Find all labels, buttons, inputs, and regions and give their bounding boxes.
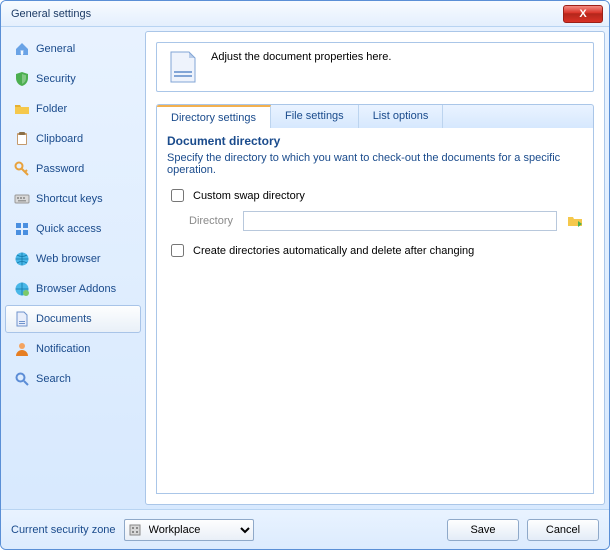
titlebar: General settings X: [1, 1, 609, 27]
directory-label: Directory: [189, 215, 233, 227]
sidebar-item-label: Search: [36, 373, 71, 385]
tab-label: Directory settings: [171, 112, 256, 124]
save-button[interactable]: Save: [447, 519, 519, 541]
tab-list-options[interactable]: List options: [359, 105, 444, 128]
shield-icon: [14, 71, 30, 87]
directory-row: Directory: [189, 211, 583, 231]
close-icon: X: [579, 8, 586, 20]
custom-swap-checkbox-row[interactable]: Custom swap directory: [167, 186, 583, 205]
sidebar-item-label: Security: [36, 73, 76, 85]
keyboard-icon: [14, 191, 30, 207]
create-dirs-checkbox[interactable]: [171, 244, 184, 257]
sidebar-item-label: Clipboard: [36, 133, 83, 145]
sidebar-item-label: Shortcut keys: [36, 193, 103, 205]
tab-content: Document directory Specify the directory…: [156, 128, 594, 494]
sidebar-item-shortcut-keys[interactable]: Shortcut keys: [5, 185, 141, 213]
sidebar-item-label: Browser Addons: [36, 283, 116, 295]
info-text: Adjust the document properties here.: [211, 51, 391, 63]
tab-label: File settings: [285, 110, 344, 122]
section-description: Specify the directory to which you want …: [167, 152, 583, 176]
security-zone-select-wrap: Workplace: [124, 519, 254, 541]
info-banner: Adjust the document properties here.: [156, 42, 594, 92]
sidebar-item-label: Web browser: [36, 253, 101, 265]
tab-directory-settings[interactable]: Directory settings: [157, 105, 271, 128]
sidebar-item-web-browser[interactable]: Web browser: [5, 245, 141, 273]
sidebar-item-password[interactable]: Password: [5, 155, 141, 183]
sidebar-item-label: Password: [36, 163, 84, 175]
security-zone-label: Current security zone: [11, 524, 116, 536]
key-icon: [14, 161, 30, 177]
globe-icon: [14, 251, 30, 267]
window-title: General settings: [11, 8, 563, 20]
sidebar-item-clipboard[interactable]: Clipboard: [5, 125, 141, 153]
settings-window: General settings X General Security Fold…: [0, 0, 610, 550]
cancel-button[interactable]: Cancel: [527, 519, 599, 541]
directory-input[interactable]: [243, 211, 557, 231]
globe-icon: [14, 281, 30, 297]
sidebar-item-label: Quick access: [36, 223, 101, 235]
tabs: Directory settings File settings List op…: [156, 104, 594, 128]
footer: Current security zone Workplace Save Can…: [1, 509, 609, 549]
sidebar-item-search[interactable]: Search: [5, 365, 141, 393]
sidebar-item-label: General: [36, 43, 75, 55]
folder-browse-icon[interactable]: [567, 213, 583, 229]
sidebar-item-quick-access[interactable]: Quick access: [5, 215, 141, 243]
sidebar-item-label: Notification: [36, 343, 90, 355]
close-button[interactable]: X: [563, 5, 603, 23]
sidebar-item-folder[interactable]: Folder: [5, 95, 141, 123]
create-dirs-label: Create directories automatically and del…: [193, 245, 474, 257]
security-zone-select[interactable]: Workplace: [124, 519, 254, 541]
sidebar-item-notification[interactable]: Notification: [5, 335, 141, 363]
home-icon: [14, 41, 30, 57]
custom-swap-checkbox[interactable]: [171, 189, 184, 202]
main-panel: Adjust the document properties here. Dir…: [145, 31, 605, 505]
tab-label: List options: [373, 110, 429, 122]
sidebar-item-label: Folder: [36, 103, 67, 115]
create-dirs-checkbox-row[interactable]: Create directories automatically and del…: [167, 241, 583, 260]
grid-icon: [14, 221, 30, 237]
sidebar-item-general[interactable]: General: [5, 35, 141, 63]
person-icon: [14, 341, 30, 357]
folder-icon: [14, 101, 30, 117]
sidebar-item-documents[interactable]: Documents: [5, 305, 141, 333]
sidebar: General Security Folder Clipboard Passwo…: [5, 31, 141, 505]
custom-swap-label: Custom swap directory: [193, 190, 305, 202]
sidebar-item-browser-addons[interactable]: Browser Addons: [5, 275, 141, 303]
sidebar-item-security[interactable]: Security: [5, 65, 141, 93]
clipboard-icon: [14, 131, 30, 147]
search-icon: [14, 371, 30, 387]
document-large-icon: [169, 51, 197, 83]
tab-file-settings[interactable]: File settings: [271, 105, 359, 128]
section-title: Document directory: [167, 134, 583, 148]
window-body: General Security Folder Clipboard Passwo…: [1, 27, 609, 509]
sidebar-item-label: Documents: [36, 313, 92, 325]
document-icon: [14, 311, 30, 327]
